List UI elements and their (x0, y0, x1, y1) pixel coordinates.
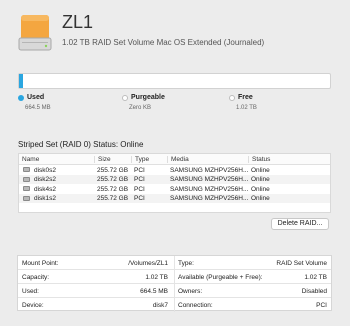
info-value: Disabled (301, 288, 327, 295)
disk-media: SAMSUNG MZHPV256H... (170, 166, 249, 174)
disk-type: PCI (134, 176, 145, 183)
legend-label: Free (238, 94, 253, 101)
info-value: /Volumes/ZL1 (128, 260, 168, 267)
info-value: 1.02 TB (145, 274, 168, 281)
info-value: PCI (316, 302, 327, 309)
hard-disk-icon (18, 15, 52, 51)
free-dot (229, 94, 235, 101)
legend-value: 664.5 MB (25, 105, 51, 112)
disk-type: PCI (134, 166, 145, 174)
info-label: Owners: (178, 288, 203, 295)
legend-used: Used 664.5 MB (18, 94, 51, 111)
usage-bar (18, 73, 331, 89)
internal-disk-icon (23, 195, 30, 201)
internal-disk-icon (23, 176, 30, 182)
disk-name: disk4s2 (34, 185, 57, 193)
table-row[interactable]: disk2s2 255.72 GB PCI SAMSUNG MZHPV256H.… (19, 174, 330, 184)
legend-label: Purgeable (131, 94, 165, 101)
info-value: 1.02 TB (304, 274, 327, 281)
info-row: Capacity: 1.02 TB Available (Purgeable +… (18, 270, 331, 284)
legend-label: Used (27, 94, 45, 101)
info-value: RAID Set Volume (276, 260, 327, 267)
info-label: Device: (22, 302, 44, 309)
disk-media: SAMSUNG MZHPV256H... (170, 176, 249, 183)
raid-status-title: Striped Set (RAID 0) Status: Online (18, 140, 144, 149)
disk-media: SAMSUNG MZHPV256H... (170, 185, 249, 193)
table-header: Name Size Type Media Status (19, 154, 330, 165)
info-label: Mount Point: (22, 260, 59, 267)
info-label: Capacity: (22, 274, 50, 281)
info-value: disk7 (152, 302, 168, 309)
disk-type: PCI (134, 185, 145, 193)
column-size[interactable]: Size (94, 156, 111, 163)
table-row[interactable]: disk0s2 255.72 GB PCI SAMSUNG MZHPV256H.… (19, 165, 330, 175)
volume-info-panel: Mount Point: /Volumes/ZL1 Type: RAID Set… (17, 255, 332, 312)
column-name[interactable]: Name (22, 156, 39, 163)
volume-header: ZL1 1.02 TB RAID Set Volume Mac OS Exten… (18, 10, 348, 56)
raid-members-table: Name Size Type Media Status disk0s2 255.… (18, 153, 331, 213)
column-type[interactable]: Type (131, 156, 149, 163)
table-row[interactable]: disk1s2 255.72 GB PCI SAMSUNG MZHPV256H.… (19, 193, 330, 203)
disk-status: Online (251, 195, 270, 202)
volume-name: ZL1 (62, 12, 94, 32)
disk-status: Online (251, 166, 270, 174)
column-status[interactable]: Status (248, 156, 270, 163)
disk-name: disk1s2 (34, 195, 57, 202)
legend-value: 1.02 TB (236, 105, 257, 112)
delete-raid-button[interactable]: Delete RAID... (271, 218, 329, 230)
used-fill (19, 74, 23, 88)
disk-name: disk0s2 (34, 166, 57, 174)
internal-disk-icon (23, 186, 30, 191)
info-label: Type: (178, 260, 194, 267)
info-row: Device: disk7 Connection: PCI (18, 298, 331, 312)
legend-purgeable: Purgeable Zero KB (122, 94, 165, 111)
volume-description: 1.02 TB RAID Set Volume Mac OS Extended … (62, 38, 265, 47)
legend-free: Free 1.02 TB (229, 94, 257, 111)
column-media[interactable]: Media (167, 156, 189, 163)
disk-size: 255.72 GB (97, 176, 129, 183)
info-value: 664.5 MB (140, 288, 168, 295)
disk-size: 255.72 GB (97, 195, 129, 202)
legend-value: Zero KB (129, 105, 152, 112)
info-label: Connection: (178, 302, 213, 309)
disk-size: 255.72 GB (97, 166, 129, 174)
disk-name: disk2s2 (34, 176, 57, 183)
info-row: Used: 664.5 MB Owners: Disabled (18, 284, 331, 298)
info-label: Used: (22, 288, 39, 295)
info-row: Mount Point: /Volumes/ZL1 Type: RAID Set… (18, 256, 331, 270)
internal-disk-icon (23, 167, 30, 172)
disk-size: 255.72 GB (97, 185, 129, 193)
disk-media: SAMSUNG MZHPV256H... (170, 195, 249, 202)
purgeable-dot (122, 94, 128, 101)
disk-status: Online (251, 176, 270, 183)
table-row[interactable]: disk4s2 255.72 GB PCI SAMSUNG MZHPV256H.… (19, 184, 330, 194)
disk-status: Online (251, 185, 270, 193)
info-label: Available (Purgeable + Free): (178, 274, 263, 281)
disk-type: PCI (134, 195, 145, 202)
used-dot (18, 94, 24, 101)
